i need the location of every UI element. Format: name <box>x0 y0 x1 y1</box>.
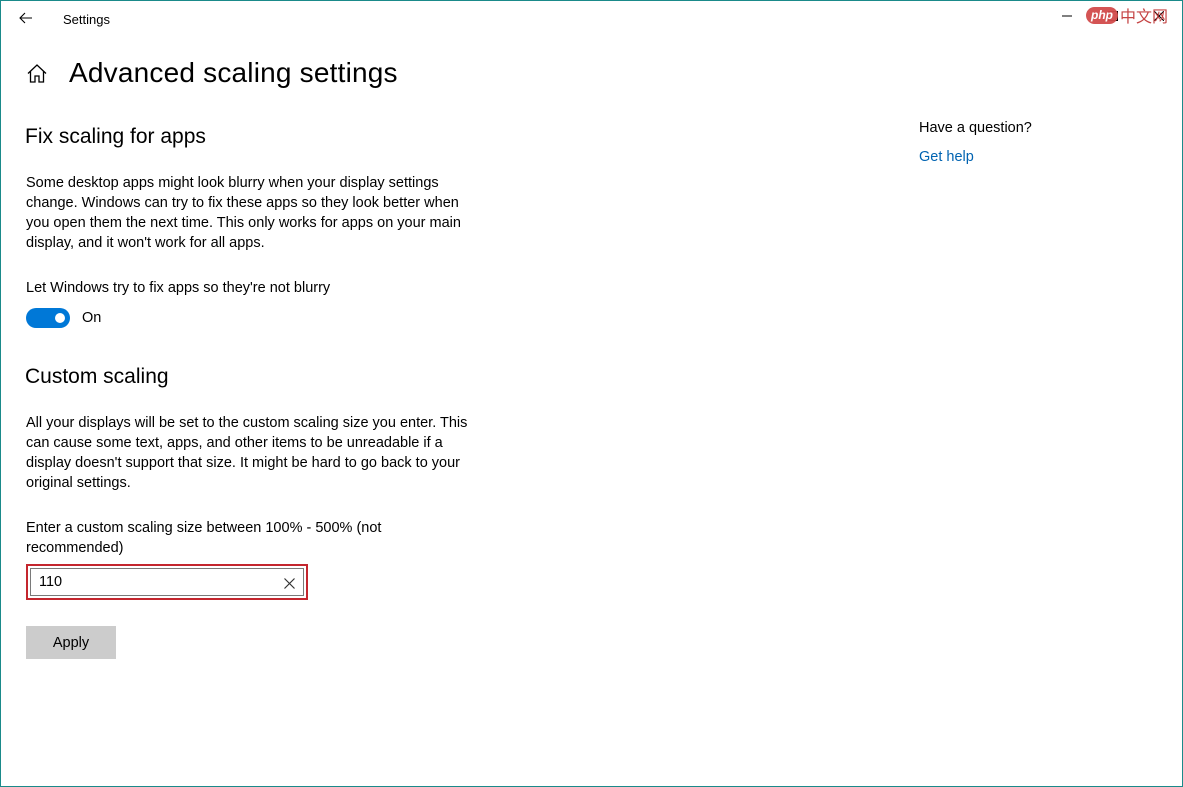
custom-scaling-input-box <box>30 568 304 596</box>
apply-button[interactable]: Apply <box>26 626 116 659</box>
custom-scaling-description: All your displays will be set to the cus… <box>26 415 468 491</box>
fix-scaling-title: Fix scaling for apps <box>25 125 206 148</box>
title-bar: Settings php 中文网 <box>1 1 1182 37</box>
custom-scaling-input-highlight <box>26 564 308 600</box>
help-question: Have a question? <box>919 120 1032 136</box>
settings-window: Settings php 中文网 Advanced scaling settin… <box>0 0 1183 787</box>
fix-scaling-description: Some desktop apps might look blurry when… <box>26 175 461 251</box>
minimize-button[interactable] <box>1044 1 1090 31</box>
home-icon <box>27 63 47 83</box>
page-header: Advanced scaling settings <box>25 57 398 89</box>
minimize-icon <box>1062 15 1072 17</box>
page-title: Advanced scaling settings <box>69 57 398 88</box>
back-button[interactable] <box>13 7 39 29</box>
fix-scaling-toggle-label: Let Windows try to fix apps so they're n… <box>26 280 331 296</box>
watermark-badge: php <box>1085 6 1118 24</box>
get-help-link[interactable]: Get help <box>919 149 974 165</box>
fix-scaling-toggle[interactable] <box>26 308 70 328</box>
back-arrow-icon <box>19 12 32 24</box>
home-button[interactable] <box>25 61 49 85</box>
toggle-knob <box>55 313 65 323</box>
custom-scaling-title: Custom scaling <box>25 365 169 388</box>
custom-scaling-input[interactable] <box>31 570 269 594</box>
clear-icon <box>283 577 295 589</box>
app-title: Settings <box>63 12 110 27</box>
fix-scaling-toggle-row: On <box>26 308 101 328</box>
clear-input-button[interactable] <box>281 575 297 591</box>
custom-scaling-input-label: Enter a custom scaling size between 100%… <box>26 520 382 556</box>
watermark-text: 中文网 <box>1119 9 1168 26</box>
watermark: php 中文网 <box>1085 3 1168 27</box>
toggle-state-label: On <box>82 310 102 326</box>
